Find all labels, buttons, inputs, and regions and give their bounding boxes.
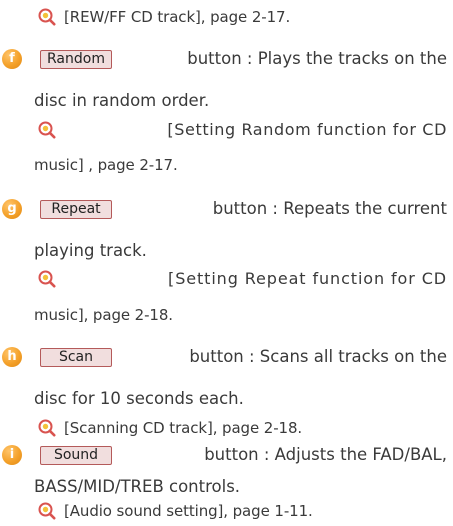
repeat-reference-continued: music], page 2-18. [34, 300, 447, 330]
random-description-rest: disc in random order. [34, 91, 210, 110]
random-button[interactable]: Random [40, 49, 112, 69]
marker-h: h [2, 347, 22, 367]
sound-reference-line: [Audio sound setting], page 1-11. [38, 496, 447, 526]
random-reference-text: [Setting Random function for CD [167, 120, 447, 139]
repeat-reference-text: [Setting Repeat function for CD [168, 269, 447, 288]
reference-text: [REW/FF CD track], page 2-17. [64, 8, 291, 26]
scan-reference-line: [Scanning CD track], page 2-18. [38, 413, 447, 443]
repeat-description: button : Repeats the current [212, 199, 447, 218]
item-repeat-line: g Repeat button : Repeats the current [2, 194, 447, 224]
repeat-description-rest: playing track. [34, 241, 147, 260]
sound-button[interactable]: Sound [40, 445, 112, 465]
item-scan-line: h Scan button : Scans all tracks on the [2, 342, 447, 372]
reference-line: [REW/FF CD track], page 2-17. [38, 2, 447, 32]
marker-g: g [2, 199, 22, 219]
random-reference-page: music] , page 2-17. [34, 156, 178, 174]
magnifier-icon [38, 8, 56, 26]
random-reference-line: [Setting Random function for CD [38, 115, 447, 145]
scan-button[interactable]: Scan [40, 347, 112, 367]
magnifier-icon [38, 502, 56, 520]
repeat-reference-line: [Setting Repeat function for CD [38, 264, 447, 294]
scan-reference-text: [Scanning CD track], page 2-18. [64, 419, 303, 437]
scan-description-continued: disc for 10 seconds each. [34, 384, 447, 414]
random-description: button : Plays the tracks on the [187, 49, 447, 68]
random-description-continued: disc in random order. [34, 86, 447, 116]
magnifier-icon [38, 270, 56, 288]
sound-reference-text: [Audio sound setting], page 1-11. [64, 502, 313, 520]
marker-i: i [2, 445, 22, 465]
scan-description: button : Scans all tracks on the [189, 347, 447, 366]
marker-f: f [2, 49, 22, 69]
item-sound-line: i Sound button : Adjusts the FAD/BAL, [2, 440, 447, 470]
scan-description-rest: disc for 10 seconds each. [34, 389, 244, 408]
repeat-reference-page: music], page 2-18. [34, 306, 173, 324]
item-random-line: f Random button : Plays the tracks on th… [2, 44, 447, 74]
repeat-button[interactable]: Repeat [40, 199, 112, 219]
random-reference-continued: music] , page 2-17. [34, 150, 447, 180]
sound-description: button : Adjusts the FAD/BAL, [204, 445, 447, 464]
magnifier-icon [38, 121, 56, 139]
manual-page: [REW/FF CD track], page 2-17. f Random b… [0, 0, 453, 526]
repeat-description-continued: playing track. [34, 236, 447, 266]
magnifier-icon [38, 419, 56, 437]
